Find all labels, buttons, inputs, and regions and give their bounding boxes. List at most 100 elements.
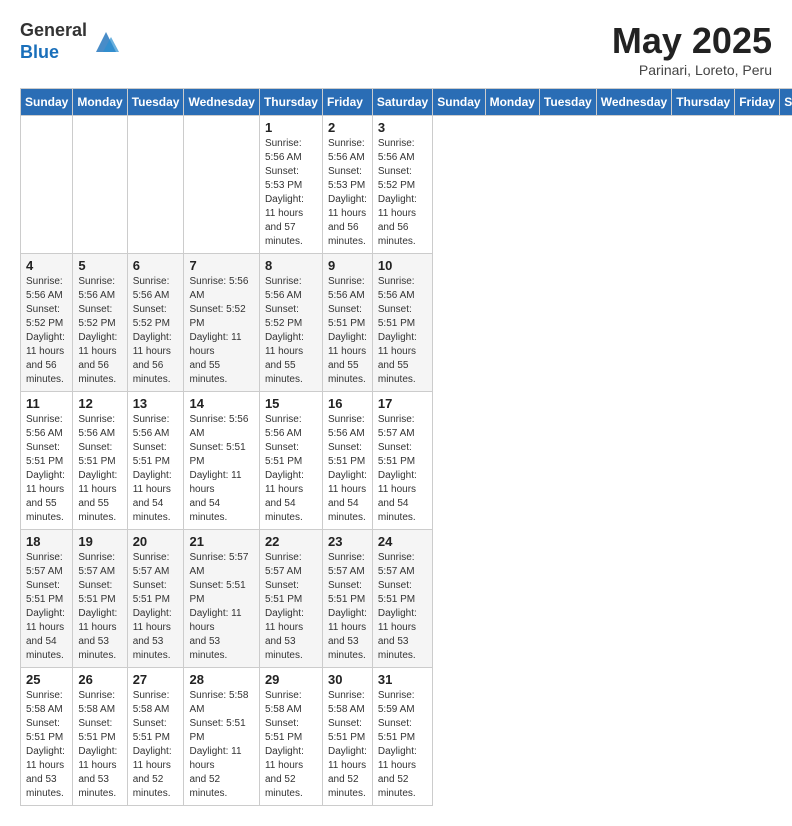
month-year-title: May 2025	[612, 20, 772, 62]
calendar-cell: 11 Sunrise: 5:56 AM Sunset: 5:51 PM Dayli…	[21, 392, 73, 530]
day-number: 17	[378, 396, 427, 411]
day-info: Sunrise: 5:56 AM Sunset: 5:52 PM Dayligh…	[78, 275, 121, 387]
day-info: Sunrise: 5:57 AM Sunset: 5:51 PM Dayligh…	[378, 413, 427, 525]
calendar-header-row: SundayMondayTuesdayWednesdayThursdayFrid…	[21, 89, 792, 116]
day-number: 31	[378, 672, 427, 687]
calendar-cell: 13Sunrise: 5:56 AM Sunset: 5:51 PM Dayli…	[127, 392, 184, 530]
day-info: Sunrise: 5:57 AM Sunset: 5:51 PM Dayligh…	[328, 551, 367, 663]
weekday-header-friday: Friday	[735, 89, 780, 116]
day-info: Sunrise: 5:56 AM Sunset: 5:52 PM Dayligh…	[189, 275, 253, 387]
day-number: 6	[133, 258, 179, 273]
calendar-week-row: 4 Sunrise: 5:56 AM Sunset: 5:52 PM Daylig…	[21, 254, 792, 392]
calendar-cell: 6 Sunrise: 5:56 AM Sunset: 5:52 PM Daylig…	[127, 254, 184, 392]
day-info: Sunrise: 5:58 AM Sunset: 5:51 PM Dayligh…	[133, 689, 179, 801]
day-info: Sunrise: 5:56 AM Sunset: 5:51 PM Dayligh…	[133, 413, 179, 525]
calendar-cell: 22 Sunrise: 5:57 AM Sunset: 5:51 PM Dayli…	[259, 530, 322, 668]
weekday-header-monday: Monday	[73, 89, 127, 116]
calendar-week-row: 1 Sunrise: 5:56 AM Sunset: 5:53 PM Daylig…	[21, 116, 792, 254]
day-number: 12	[78, 396, 121, 411]
day-info: Sunrise: 5:56 AM Sunset: 5:51 PM Dayligh…	[189, 413, 253, 525]
day-number: 1	[265, 120, 317, 135]
weekday-header-sunday: Sunday	[433, 89, 485, 116]
page-header: General Blue May 2025 Parinari, Loreto, …	[20, 20, 772, 78]
day-number: 19	[78, 534, 121, 549]
day-number: 30	[328, 672, 367, 687]
calendar-cell: 19 Sunrise: 5:57 AM Sunset: 5:51 PM Dayli…	[73, 530, 127, 668]
day-info: Sunrise: 5:56 AM Sunset: 5:53 PM Dayligh…	[328, 137, 367, 249]
day-number: 20	[133, 534, 179, 549]
day-number: 28	[189, 672, 253, 687]
logo-icon	[91, 27, 121, 57]
calendar-cell: 25 Sunrise: 5:58 AM Sunset: 5:51 PM Dayli…	[21, 668, 73, 806]
calendar-cell: 2Sunrise: 5:56 AM Sunset: 5:53 PM Daylig…	[322, 116, 372, 254]
day-number: 18	[26, 534, 67, 549]
weekday-header-tuesday: Tuesday	[127, 89, 184, 116]
day-number: 23	[328, 534, 367, 549]
day-number: 15	[265, 396, 317, 411]
day-number: 10	[378, 258, 427, 273]
day-info: Sunrise: 5:56 AM Sunset: 5:51 PM Dayligh…	[378, 275, 427, 387]
day-info: Sunrise: 5:56 AM Sunset: 5:52 PM Dayligh…	[378, 137, 427, 249]
weekday-header-sunday: Sunday	[21, 89, 73, 116]
day-info: Sunrise: 5:56 AM Sunset: 5:51 PM Dayligh…	[328, 413, 367, 525]
calendar-cell: 23 Sunrise: 5:57 AM Sunset: 5:51 PM Dayli…	[322, 530, 372, 668]
logo: General Blue	[20, 20, 121, 63]
calendar-cell: 12 Sunrise: 5:56 AM Sunset: 5:51 PM Dayli…	[73, 392, 127, 530]
calendar-cell	[21, 116, 73, 254]
logo-blue: Blue	[20, 42, 87, 64]
calendar-cell: 24Sunrise: 5:57 AM Sunset: 5:51 PM Dayli…	[372, 530, 432, 668]
day-info: Sunrise: 5:57 AM Sunset: 5:51 PM Dayligh…	[78, 551, 121, 663]
calendar-week-row: 11 Sunrise: 5:56 AM Sunset: 5:51 PM Dayli…	[21, 392, 792, 530]
day-info: Sunrise: 5:56 AM Sunset: 5:52 PM Dayligh…	[26, 275, 67, 387]
day-info: Sunrise: 5:59 AM Sunset: 5:51 PM Dayligh…	[378, 689, 427, 801]
calendar-cell: 16Sunrise: 5:56 AM Sunset: 5:51 PM Dayli…	[322, 392, 372, 530]
day-info: Sunrise: 5:58 AM Sunset: 5:51 PM Dayligh…	[189, 689, 253, 801]
calendar-week-row: 25 Sunrise: 5:58 AM Sunset: 5:51 PM Dayli…	[21, 668, 792, 806]
calendar-cell: 26Sunrise: 5:58 AM Sunset: 5:51 PM Dayli…	[73, 668, 127, 806]
weekday-header-wednesday: Wednesday	[184, 89, 259, 116]
day-info: Sunrise: 5:57 AM Sunset: 5:51 PM Dayligh…	[378, 551, 427, 663]
calendar-cell: 5 Sunrise: 5:56 AM Sunset: 5:52 PM Daylig…	[73, 254, 127, 392]
calendar-cell: 14Sunrise: 5:56 AM Sunset: 5:51 PM Dayli…	[184, 392, 259, 530]
day-number: 8	[265, 258, 317, 273]
calendar-cell: 27 Sunrise: 5:58 AM Sunset: 5:51 PM Dayli…	[127, 668, 184, 806]
calendar-cell: 31 Sunrise: 5:59 AM Sunset: 5:51 PM Dayli…	[372, 668, 432, 806]
calendar-cell	[73, 116, 127, 254]
day-number: 27	[133, 672, 179, 687]
day-info: Sunrise: 5:58 AM Sunset: 5:51 PM Dayligh…	[328, 689, 367, 801]
day-info: Sunrise: 5:56 AM Sunset: 5:51 PM Dayligh…	[328, 275, 367, 387]
calendar-table: SundayMondayTuesdayWednesdayThursdayFrid…	[20, 88, 792, 806]
weekday-header-wednesday: Wednesday	[596, 89, 671, 116]
day-number: 22	[265, 534, 317, 549]
day-info: Sunrise: 5:57 AM Sunset: 5:51 PM Dayligh…	[26, 551, 67, 663]
weekday-header-tuesday: Tuesday	[539, 89, 596, 116]
calendar-cell	[127, 116, 184, 254]
calendar-week-row: 18 Sunrise: 5:57 AM Sunset: 5:51 PM Dayli…	[21, 530, 792, 668]
calendar-cell: 3 Sunrise: 5:56 AM Sunset: 5:52 PM Daylig…	[372, 116, 432, 254]
day-info: Sunrise: 5:56 AM Sunset: 5:53 PM Dayligh…	[265, 137, 317, 249]
day-info: Sunrise: 5:58 AM Sunset: 5:51 PM Dayligh…	[78, 689, 121, 801]
weekday-header-saturday: Saturday	[780, 89, 792, 116]
calendar-cell: 18 Sunrise: 5:57 AM Sunset: 5:51 PM Dayli…	[21, 530, 73, 668]
day-info: Sunrise: 5:57 AM Sunset: 5:51 PM Dayligh…	[265, 551, 317, 663]
day-info: Sunrise: 5:58 AM Sunset: 5:51 PM Dayligh…	[26, 689, 67, 801]
day-number: 5	[78, 258, 121, 273]
calendar-cell: 1 Sunrise: 5:56 AM Sunset: 5:53 PM Daylig…	[259, 116, 322, 254]
calendar-cell: 30 Sunrise: 5:58 AM Sunset: 5:51 PM Dayli…	[322, 668, 372, 806]
day-number: 4	[26, 258, 67, 273]
day-number: 11	[26, 396, 67, 411]
calendar-cell: 17 Sunrise: 5:57 AM Sunset: 5:51 PM Dayli…	[372, 392, 432, 530]
day-info: Sunrise: 5:58 AM Sunset: 5:51 PM Dayligh…	[265, 689, 317, 801]
day-number: 21	[189, 534, 253, 549]
day-info: Sunrise: 5:56 AM Sunset: 5:51 PM Dayligh…	[26, 413, 67, 525]
day-info: Sunrise: 5:56 AM Sunset: 5:51 PM Dayligh…	[78, 413, 121, 525]
day-number: 25	[26, 672, 67, 687]
calendar-cell: 29Sunrise: 5:58 AM Sunset: 5:51 PM Dayli…	[259, 668, 322, 806]
calendar-cell: 8Sunrise: 5:56 AM Sunset: 5:52 PM Daylig…	[259, 254, 322, 392]
weekday-header-monday: Monday	[485, 89, 539, 116]
calendar-cell: 7Sunrise: 5:56 AM Sunset: 5:52 PM Daylig…	[184, 254, 259, 392]
day-info: Sunrise: 5:56 AM Sunset: 5:52 PM Dayligh…	[133, 275, 179, 387]
day-number: 3	[378, 120, 427, 135]
weekday-header-friday: Friday	[322, 89, 372, 116]
day-info: Sunrise: 5:57 AM Sunset: 5:51 PM Dayligh…	[189, 551, 253, 663]
